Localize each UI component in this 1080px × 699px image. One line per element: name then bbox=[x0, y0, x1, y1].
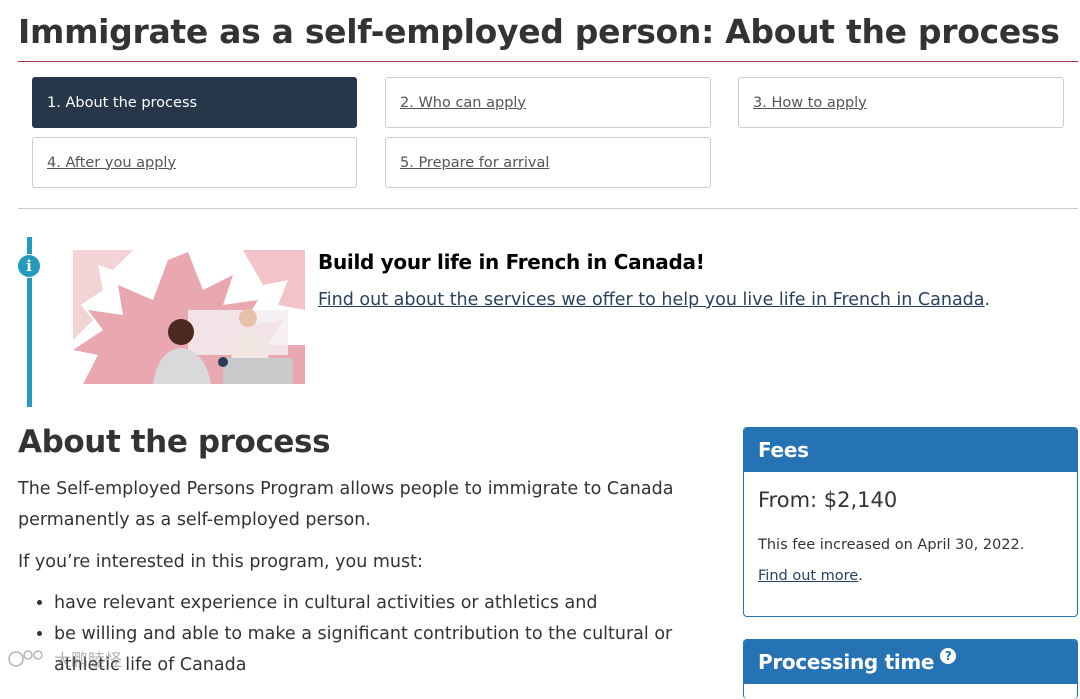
fees-heading: Fees bbox=[744, 428, 1077, 472]
about-heading: About the process bbox=[18, 424, 331, 460]
list-item: be willing and able to make a significan… bbox=[54, 619, 734, 681]
requirements-list: have relevant experience in cultural act… bbox=[18, 588, 734, 681]
notice-title: Build your life in French in Canada! bbox=[318, 250, 705, 274]
processing-heading: Processing time? bbox=[744, 640, 1077, 684]
processing-heading-text: Processing time bbox=[758, 650, 935, 674]
fee-link-suffix: . bbox=[858, 568, 863, 584]
processing-time-panel: Processing time? bbox=[743, 639, 1078, 699]
info-icon: i bbox=[17, 254, 41, 278]
page-title: Immigrate as a self-employed person: Abo… bbox=[18, 12, 1060, 51]
fee-amount: From: $2,140 bbox=[758, 488, 898, 512]
fees-panel: Fees From: $2,140 This fee increased on … bbox=[743, 427, 1078, 617]
step-3-how-to-apply[interactable]: 3. How to apply bbox=[738, 77, 1064, 128]
find-out-more-link[interactable]: Find out more bbox=[758, 568, 858, 584]
requirements-lead: If you’re interested in this program, yo… bbox=[18, 552, 423, 572]
watermark-text: 大鹏睦怪 bbox=[54, 651, 122, 671]
watermark-logo-icon bbox=[8, 649, 43, 667]
promo-image-maple-leaf bbox=[73, 250, 305, 384]
list-item: have relevant experience in cultural act… bbox=[54, 588, 734, 619]
step-5-prepare-for-arrival[interactable]: 5. Prepare for arrival bbox=[385, 137, 711, 188]
french-services-link[interactable]: Find out about the services we offer to … bbox=[318, 290, 985, 310]
step-4-after-you-apply[interactable]: 4. After you apply bbox=[32, 137, 357, 188]
step-1-about-the-process[interactable]: 1. About the process bbox=[32, 77, 357, 128]
watermark: 大鹏睦怪 bbox=[8, 646, 122, 671]
fee-note: This fee increased on April 30, 2022. bbox=[758, 537, 1025, 553]
fee-link-text: Find out more. bbox=[758, 568, 863, 584]
title-underline bbox=[18, 61, 1078, 62]
section-divider bbox=[18, 208, 1078, 209]
step-2-who-can-apply[interactable]: 2. Who can apply bbox=[385, 77, 711, 128]
notice-link-suffix: . bbox=[984, 290, 991, 310]
notice-text: Find out about the services we offer to … bbox=[318, 290, 990, 310]
question-circle-icon[interactable]: ? bbox=[940, 648, 957, 664]
intro-paragraph: The Self-employed Persons Program allows… bbox=[18, 479, 674, 530]
